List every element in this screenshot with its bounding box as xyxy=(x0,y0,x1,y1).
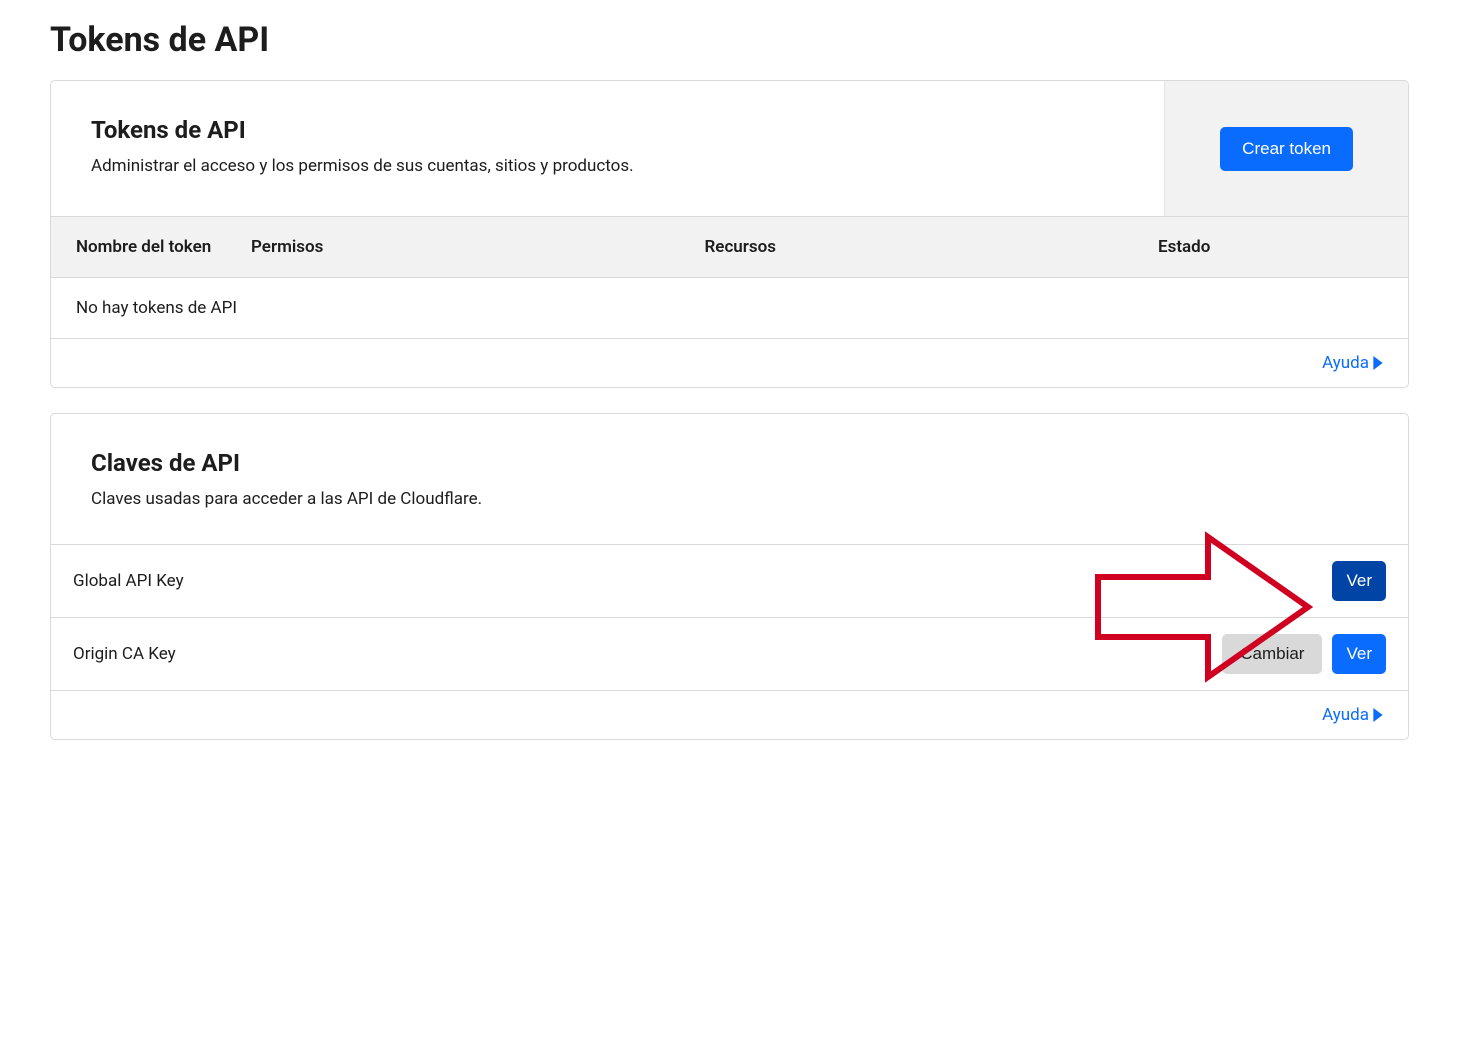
keys-card-header: Claves de API Claves usadas para acceder… xyxy=(51,414,1408,544)
tokens-empty-row: No hay tokens de API xyxy=(51,278,1408,339)
key-actions-global: Ver xyxy=(1332,561,1386,601)
tokens-help-label: Ayuda xyxy=(1322,353,1369,373)
chevron-right-icon xyxy=(1373,708,1383,722)
change-origin-ca-key-button[interactable]: Cambiar xyxy=(1222,634,1322,674)
tokens-card-subtitle: Administrar el acceso y los permisos de … xyxy=(91,156,1124,176)
tokens-card-header-right: Crear token xyxy=(1164,81,1408,216)
keys-card-footer: Ayuda xyxy=(51,691,1408,739)
view-origin-ca-key-button[interactable]: Ver xyxy=(1332,634,1386,674)
page-title: Tokens de API xyxy=(50,20,1409,60)
key-name-origin: Origin CA Key xyxy=(73,644,176,664)
keys-card: Claves de API Claves usadas para acceder… xyxy=(50,413,1409,740)
col-header-estado: Estado xyxy=(1158,237,1408,257)
tokens-card-footer: Ayuda xyxy=(51,339,1408,387)
tokens-table-header: Nombre del token Permisos Recursos Estad… xyxy=(51,216,1408,278)
tokens-card: Tokens de API Administrar el acceso y lo… xyxy=(50,80,1409,388)
keys-help-link[interactable]: Ayuda xyxy=(1322,705,1383,725)
empty-tokens-message: No hay tokens de API xyxy=(51,298,251,318)
key-name-global: Global API Key xyxy=(73,571,184,591)
tokens-help-link[interactable]: Ayuda xyxy=(1322,353,1383,373)
tokens-card-header-left: Tokens de API Administrar el acceso y lo… xyxy=(51,81,1164,216)
tokens-card-header: Tokens de API Administrar el acceso y lo… xyxy=(51,81,1408,216)
key-row-origin-ca-key: Origin CA Key Cambiar Ver xyxy=(51,617,1408,691)
keys-card-title: Claves de API xyxy=(91,449,1368,477)
col-header-token-name: Nombre del token xyxy=(51,237,251,257)
key-row-global-api-key: Global API Key Ver xyxy=(51,544,1408,617)
keys-card-subtitle: Claves usadas para acceder a las API de … xyxy=(91,489,1368,509)
view-global-api-key-button[interactable]: Ver xyxy=(1332,561,1386,601)
chevron-right-icon xyxy=(1373,356,1383,370)
col-header-permisos: Permisos xyxy=(251,237,705,257)
col-header-recursos: Recursos xyxy=(705,237,1159,257)
keys-help-label: Ayuda xyxy=(1322,705,1369,725)
tokens-card-title: Tokens de API xyxy=(91,116,1124,144)
key-actions-origin: Cambiar Ver xyxy=(1222,634,1386,674)
create-token-button[interactable]: Crear token xyxy=(1220,127,1353,171)
